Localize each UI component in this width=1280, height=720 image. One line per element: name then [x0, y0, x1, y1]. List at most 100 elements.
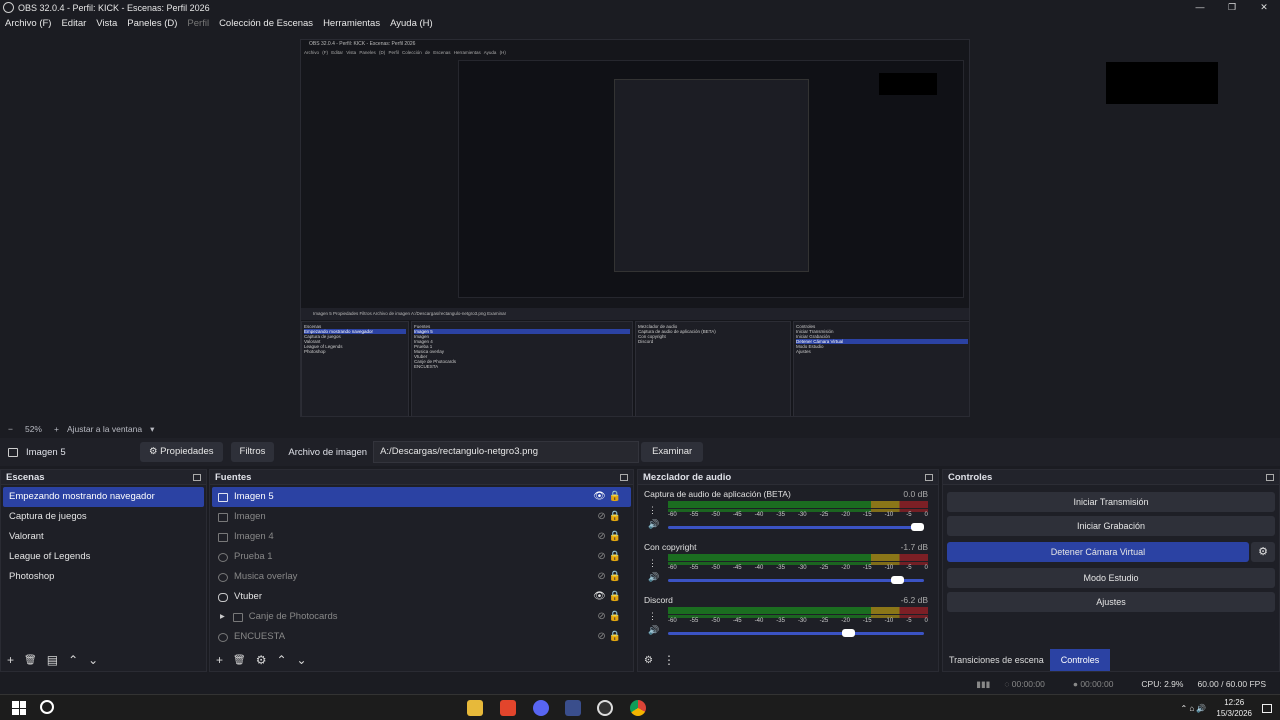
remove-scene-button[interactable]: 🗑 — [24, 655, 37, 666]
source-item[interactable]: Musica overlay ⊘ 🔒 — [212, 567, 631, 587]
search-icon[interactable] — [40, 700, 54, 714]
start-recording-button[interactable]: Iniciar Grabación — [947, 516, 1275, 536]
visibility-lock-icons[interactable]: ⊘ 🔒 — [597, 607, 621, 627]
volume-knob[interactable] — [841, 629, 855, 637]
visibility-lock-icons[interactable]: ⊘ 🔒 — [597, 547, 621, 567]
windows-start-icon[interactable] — [12, 701, 26, 715]
source-item[interactable]: Imagen 4 ⊘ 🔒 — [212, 527, 631, 547]
mixer-menu-button[interactable]: ⋮ — [663, 653, 675, 667]
move-source-down-button[interactable]: ⌄ — [297, 653, 307, 667]
vtuber-icon — [218, 592, 228, 602]
volume-knob[interactable] — [890, 576, 904, 584]
scene-item[interactable]: Empezando mostrando navegador — [3, 487, 204, 507]
source-item[interactable]: Imagen ⊘ 🔒 — [212, 507, 631, 527]
scene-item[interactable]: Valorant — [3, 527, 204, 547]
advanced-audio-button[interactable]: ⚙ — [644, 655, 653, 666]
file-explorer-icon[interactable] — [467, 700, 483, 716]
tick-label: -20 — [841, 512, 850, 518]
volume-slider[interactable] — [668, 523, 924, 531]
properties-button[interactable]: ⚙ Propiedades — [140, 442, 223, 462]
tray-icons[interactable]: ⌃ ⌂ 🔊 — [1180, 704, 1206, 713]
scene-item[interactable]: League of Legends — [3, 547, 204, 567]
scene-filters-button[interactable]: ▤ — [47, 653, 58, 667]
undock-icon[interactable] — [620, 473, 628, 481]
filters-button[interactable]: Filtros — [230, 442, 275, 462]
volume-slider[interactable] — [668, 576, 924, 584]
source-group-item[interactable]: ▸ Canje de Photocards ⊘ 🔒 — [212, 607, 631, 627]
menu-archivo[interactable]: Archivo (F) — [0, 18, 56, 29]
audio-mixer-panel: Mezclador de audio Captura de audio de a… — [637, 469, 939, 672]
source-name: Vtuber — [234, 591, 262, 602]
channel-menu-icon[interactable]: ⋮ 🔊 — [648, 503, 659, 531]
volume-knob[interactable] — [911, 523, 924, 531]
source-item[interactable]: Prueba 1 ⊘ 🔒 — [212, 547, 631, 567]
menu-herramientas[interactable]: Herramientas — [318, 18, 385, 29]
obs-icon[interactable] — [597, 700, 613, 716]
level-meter — [668, 607, 928, 614]
scene-item[interactable]: Captura de juegos — [3, 507, 204, 527]
nested-properties-bar: Imagen 5 Propiedades Filtros Archivo de … — [301, 308, 969, 320]
visibility-lock-icons[interactable]: ⊘ 🔒 — [597, 627, 621, 647]
chrome-icon[interactable] — [630, 700, 646, 716]
tab-controls[interactable]: Controles — [1049, 649, 1111, 671]
settings-button[interactable]: Ajustes — [947, 592, 1275, 612]
browse-button[interactable]: Examinar — [641, 442, 704, 462]
record-timer: ● 00:00:00 — [1072, 679, 1114, 689]
zoom-dropdown-icon[interactable]: ▾ — [150, 424, 154, 435]
move-source-up-button[interactable]: ⌃ — [276, 653, 286, 667]
menu-coleccion[interactable]: Colección de Escenas — [214, 18, 318, 29]
undock-icon[interactable] — [193, 473, 201, 481]
source-item[interactable]: Vtuber 👁 🔒 — [212, 587, 631, 607]
tick-label: -60 — [668, 618, 677, 624]
zoom-out-button[interactable]: − — [8, 424, 13, 434]
visibility-lock-icons[interactable]: ⊘ 🔒 — [597, 567, 621, 587]
menu-perfil[interactable]: Perfil — [182, 18, 214, 29]
visibility-lock-icons[interactable]: ⊘ 🔒 — [597, 507, 621, 527]
tab-scene-transitions[interactable]: Transiciones de escena — [943, 649, 1050, 671]
move-scene-down-button[interactable]: ⌄ — [88, 653, 98, 667]
sources-title: Fuentes — [215, 471, 252, 483]
fit-to-window[interactable]: Ajustar a la ventana — [67, 424, 142, 434]
add-scene-button[interactable]: + — [7, 653, 14, 667]
channel-menu-icon[interactable]: ⋮ 🔊 — [648, 556, 659, 584]
taskbar: ⌃ ⌂ 🔊 12:26 15/3/2026 — [0, 694, 1280, 720]
visibility-lock-icons[interactable]: ⊘ 🔒 — [597, 527, 621, 547]
tick-label: -35 — [776, 512, 785, 518]
add-source-button[interactable]: + — [216, 653, 223, 667]
discord-icon[interactable] — [533, 700, 549, 716]
maximize-button[interactable]: ❐ — [1216, 0, 1248, 15]
remove-source-button[interactable]: 🗑 — [233, 655, 246, 666]
status-bar: ▮▮▮ ◌ 00:00:00 ● 00:00:00 CPU: 2.9% 60.0… — [0, 674, 1280, 694]
menu-editar[interactable]: Editar — [56, 18, 91, 29]
source-properties-button[interactable]: ⚙ — [256, 653, 267, 667]
visibility-lock-icons[interactable]: 👁 🔒 — [593, 487, 621, 507]
studio-mode-button[interactable]: Modo Estudio — [947, 568, 1275, 588]
scene-item[interactable]: Photoshop — [3, 567, 204, 587]
visibility-lock-icons[interactable]: 👁 🔒 — [593, 587, 621, 607]
app-icon[interactable] — [565, 700, 581, 716]
move-scene-up-button[interactable]: ⌃ — [68, 653, 78, 667]
undock-icon[interactable] — [925, 473, 933, 481]
image-file-path[interactable]: A:/Descargas/rectangulo-netgro3.png — [373, 441, 640, 463]
menu-paneles[interactable]: Paneles (D) — [122, 18, 182, 29]
tick-label: -55 — [689, 618, 699, 624]
brave-icon[interactable] — [500, 700, 516, 716]
undock-icon[interactable] — [1266, 473, 1274, 481]
volume-slider[interactable] — [668, 629, 924, 637]
menu-vista[interactable]: Vista — [91, 18, 122, 29]
close-button[interactable]: ✕ — [1248, 0, 1280, 15]
nested-inner-preview — [458, 60, 964, 298]
tick-label: 0 — [924, 618, 928, 624]
zoom-in-button[interactable]: + — [54, 424, 59, 434]
source-item[interactable]: ENCUESTA ⊘ 🔒 — [212, 627, 631, 647]
menu-ayuda[interactable]: Ayuda (H) — [385, 18, 438, 29]
virtual-camera-settings-icon[interactable]: ⚙ — [1251, 542, 1275, 562]
stop-virtual-camera-button[interactable]: Detener Cámara Virtual — [947, 542, 1249, 562]
source-item[interactable]: Imagen 5 👁 🔒 — [212, 487, 631, 507]
expand-arrow-icon[interactable]: ▸ — [220, 607, 225, 627]
minimize-button[interactable]: — — [1184, 0, 1216, 15]
start-streaming-button[interactable]: Iniciar Transmisión — [947, 492, 1275, 512]
notification-icon[interactable] — [1262, 703, 1272, 713]
clock[interactable]: 12:26 15/3/2026 — [1216, 697, 1252, 719]
channel-menu-icon[interactable]: ⋮ 🔊 — [648, 609, 659, 637]
